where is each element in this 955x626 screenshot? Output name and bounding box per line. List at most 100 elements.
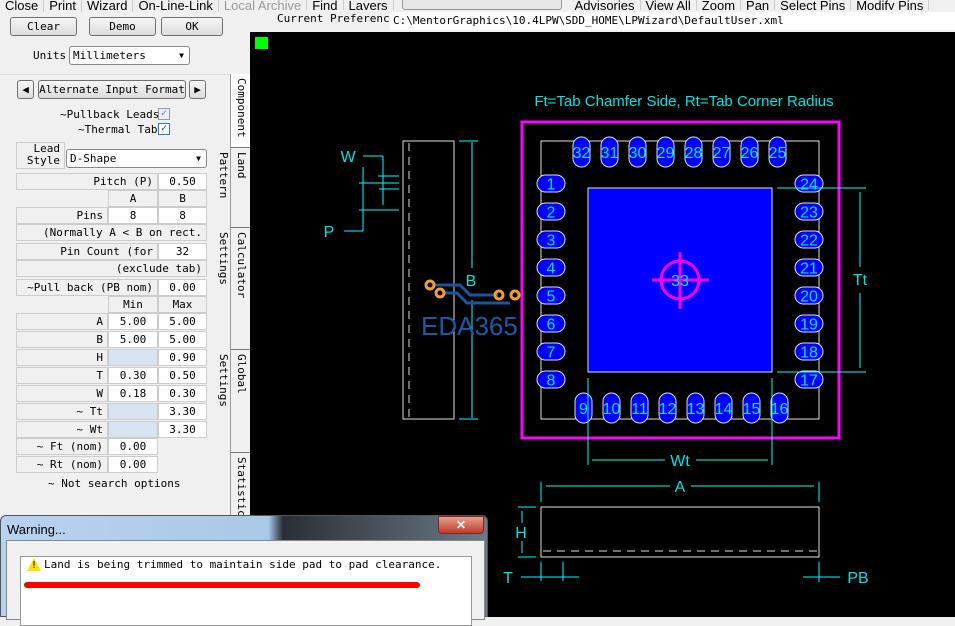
thermal-tab-checkbox[interactable]: ✓ — [158, 123, 170, 135]
tab-component[interactable]: Component — [231, 74, 250, 148]
preference-path: C:\MentorGraphics\10.4LPW\SDD_HOME\LPWiz… — [390, 12, 955, 30]
pin-number: 17 — [800, 373, 818, 390]
pin-number: 25 — [769, 145, 787, 162]
pin-number: 12 — [659, 401, 677, 418]
dim-label-h: H — [515, 525, 527, 542]
pin-number: 31 — [601, 145, 619, 162]
pin-number: 10 — [603, 401, 621, 418]
pin-number: 11 — [631, 401, 648, 418]
clear-button[interactable]: Clear — [10, 17, 77, 36]
dim-label: A — [16, 313, 108, 330]
dim-max-input[interactable]: 3.30 — [158, 403, 207, 420]
pin-count-note: (exclude tab) — [16, 260, 207, 277]
pin-number: 29 — [657, 145, 675, 162]
tab-land-pattern[interactable]: Land Pattern — [217, 148, 250, 228]
preference-label: Current Preference — [277, 12, 397, 25]
pullback-leads-checkbox[interactable]: ✓ — [158, 108, 170, 120]
lead-style-label: Lead Style — [16, 142, 65, 169]
ft-input[interactable]: 0.00 — [108, 438, 158, 455]
pin-count-input[interactable]: 32 — [158, 243, 207, 260]
pin-number: 23 — [800, 205, 818, 222]
dim-label-a: A — [675, 479, 686, 496]
demo-button[interactable]: Demo — [89, 17, 156, 36]
tab-pin-number: 33 — [671, 273, 689, 290]
pull-back-input[interactable]: 0.00 — [158, 279, 207, 296]
pin-number: 4 — [547, 261, 556, 278]
pin-number: 8 — [547, 373, 556, 390]
next-arrow-button[interactable]: ▶ — [189, 80, 206, 99]
dialog-close-button[interactable]: ✕ — [438, 516, 484, 534]
pitch-label: Pitch (P) — [16, 173, 158, 190]
pins-label: Pins — [16, 207, 108, 224]
tab-calculator-settings[interactable]: Calculator Settings — [217, 228, 250, 350]
dim-min-input[interactable] — [108, 421, 158, 438]
ft-label: ~ Ft (nom) — [16, 438, 108, 455]
pin-number: 16 — [771, 401, 789, 418]
col-b-header: B — [158, 190, 207, 207]
pin-number: 1 — [547, 177, 556, 194]
dim-max-input[interactable]: 5.00 — [158, 331, 207, 348]
pin-number: 7 — [547, 345, 556, 362]
dim-max-input[interactable]: 0.90 — [158, 349, 207, 366]
menu-print[interactable]: Print — [44, 0, 82, 12]
alternate-input-format-button[interactable]: Alternate Input Format — [38, 80, 186, 99]
drawing-title: Ft=Tab Chamfer Side, Rt=Tab Corner Radiu… — [534, 93, 833, 110]
pin-number: 14 — [715, 401, 733, 418]
pins-a-input[interactable]: 8 — [108, 207, 158, 224]
lead-style-select[interactable]: D-Shape ▼ — [66, 149, 207, 168]
pin-number: 19 — [800, 317, 818, 334]
layer-combo[interactable] — [401, 0, 562, 10]
pin-number: 5 — [547, 289, 556, 306]
dim-max-input[interactable]: 3.30 — [158, 421, 207, 438]
dim-label-p: P — [324, 224, 335, 241]
warning-message: Land is being trimmed to maintain side p… — [44, 558, 442, 571]
dim-label-pb: PB — [847, 570, 868, 587]
pin-number: 32 — [573, 145, 591, 162]
dim-max-input[interactable]: 0.30 — [158, 385, 207, 402]
dim-label: ~ Tt — [16, 403, 108, 420]
menu-online-link[interactable]: On-Line-Link — [133, 0, 219, 12]
dim-label-wt: Wt — [670, 453, 690, 470]
red-underline-annotation — [24, 582, 420, 588]
pullback-leads-label: ~Pullback Leads — [60, 108, 160, 121]
ok-button[interactable]: OK — [161, 17, 223, 36]
units-value: Millimeters — [73, 49, 146, 62]
dim-max-input[interactable]: 0.50 — [158, 367, 207, 384]
pins-b-input[interactable]: 8 — [158, 207, 207, 224]
dim-min-input[interactable]: 5.00 — [108, 331, 158, 348]
dim-label: H — [16, 349, 108, 366]
col-min-header: Min — [108, 296, 158, 313]
preference-bar: Current Preference C:\MentorGraphics\10.… — [250, 10, 955, 32]
dim-min-input[interactable] — [108, 349, 158, 366]
menu-wizard[interactable]: Wizard — [82, 0, 134, 12]
rt-input[interactable]: 0.00 — [108, 456, 158, 473]
units-select[interactable]: Millimeters ▼ — [69, 46, 190, 65]
eda365-logo: EDA365 — [421, 279, 521, 341]
dialog-title: Warning... — [7, 522, 66, 537]
prev-arrow-button[interactable]: ◀ — [17, 80, 34, 99]
chevron-down-icon: ▼ — [196, 154, 201, 163]
pitch-input[interactable]: 0.50 — [158, 173, 207, 190]
footnote: ~ Not search options — [48, 477, 181, 490]
pin-number: 28 — [685, 145, 703, 162]
pin-number: 24 — [800, 177, 818, 194]
warning-dialog: Warning... ✕ ! Land is being trimmed to … — [0, 515, 488, 626]
pin-number: 6 — [547, 317, 556, 334]
dim-label: T — [16, 367, 108, 384]
dim-min-input[interactable]: 0.18 — [108, 385, 158, 402]
menu-close[interactable]: Close — [0, 0, 45, 12]
tab-statistics[interactable]: Statistics — [231, 453, 250, 523]
pin-number: 3 — [547, 233, 556, 250]
dim-label: ~ Wt — [16, 421, 108, 438]
pin-count-label: Pin Count (for search) — [16, 243, 158, 273]
dim-label: W — [16, 385, 108, 402]
pin-number: 20 — [800, 289, 818, 306]
dim-min-input[interactable]: 0.30 — [108, 367, 158, 384]
tab-global-settings[interactable]: Global Settings — [217, 350, 250, 453]
pin-number: 26 — [741, 145, 759, 162]
dim-min-input[interactable] — [108, 403, 158, 420]
pin-number: 15 — [743, 401, 761, 418]
message-box: ! Land is being trimmed to maintain side… — [20, 556, 472, 626]
dim-max-input[interactable]: 5.00 — [158, 313, 207, 330]
dim-min-input[interactable]: 5.00 — [108, 313, 158, 330]
